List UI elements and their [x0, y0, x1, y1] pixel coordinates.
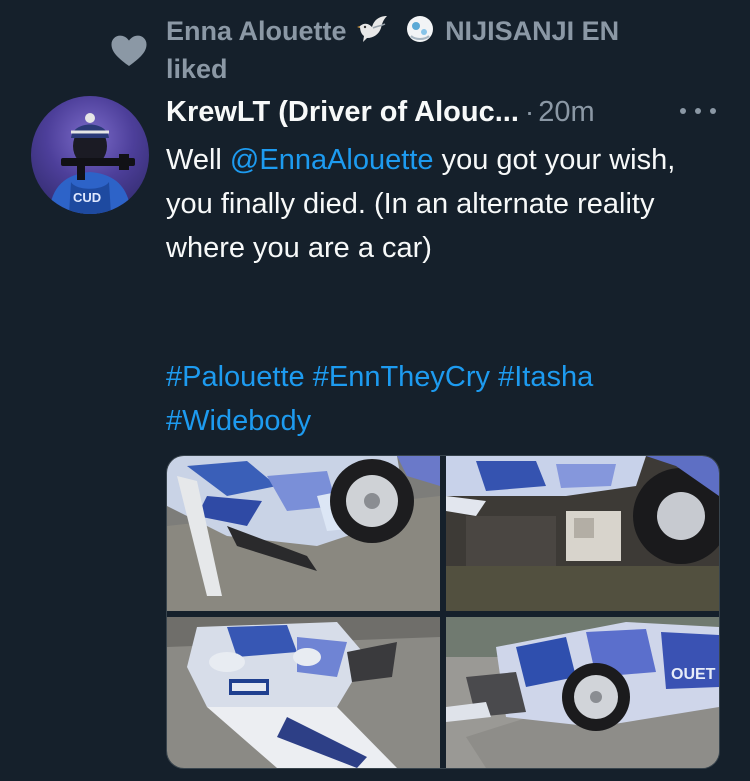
media-grid: OUET [166, 455, 720, 769]
tweet-text: Well @EnnaAlouette you got your wish, yo… [166, 138, 706, 270]
text-before: Well [166, 144, 230, 176]
moon-icon [405, 14, 435, 52]
separator: · [524, 96, 535, 127]
hashtag-link[interactable]: #Widebody [166, 405, 311, 437]
heart-icon [111, 35, 147, 66]
mention-link[interactable]: @EnnaAlouette [230, 144, 434, 176]
svg-text:OUET: OUET [671, 666, 716, 683]
photo-1[interactable] [167, 456, 440, 611]
hashtag-link[interactable]: #Itasha [498, 361, 593, 393]
avatar[interactable]: CUD [31, 96, 149, 214]
dove-icon [357, 14, 391, 52]
hashtag-link[interactable]: #Palouette [166, 361, 305, 393]
author-name[interactable]: KrewLT (Driver of Alouc... [166, 96, 519, 129]
tweet-header: KrewLT (Driver of Alouc... · 20m [166, 92, 726, 132]
svg-text:CUD: CUD [73, 190, 101, 205]
photo-2[interactable] [446, 456, 719, 611]
photo-4[interactable]: OUET [446, 617, 719, 768]
hashtags: #Palouette #EnnTheyCry #Itasha #Widebody [166, 355, 706, 443]
timestamp[interactable]: 20m [538, 96, 594, 129]
social-context[interactable]: Enna Alouette NIJISANJI EN liked [166, 14, 686, 86]
hashtag-link[interactable]: #EnnTheyCry [313, 361, 490, 393]
liker-name[interactable]: Enna Alouette [166, 16, 347, 46]
more-options-icon[interactable] [680, 96, 716, 126]
photo-3[interactable] [167, 617, 440, 768]
